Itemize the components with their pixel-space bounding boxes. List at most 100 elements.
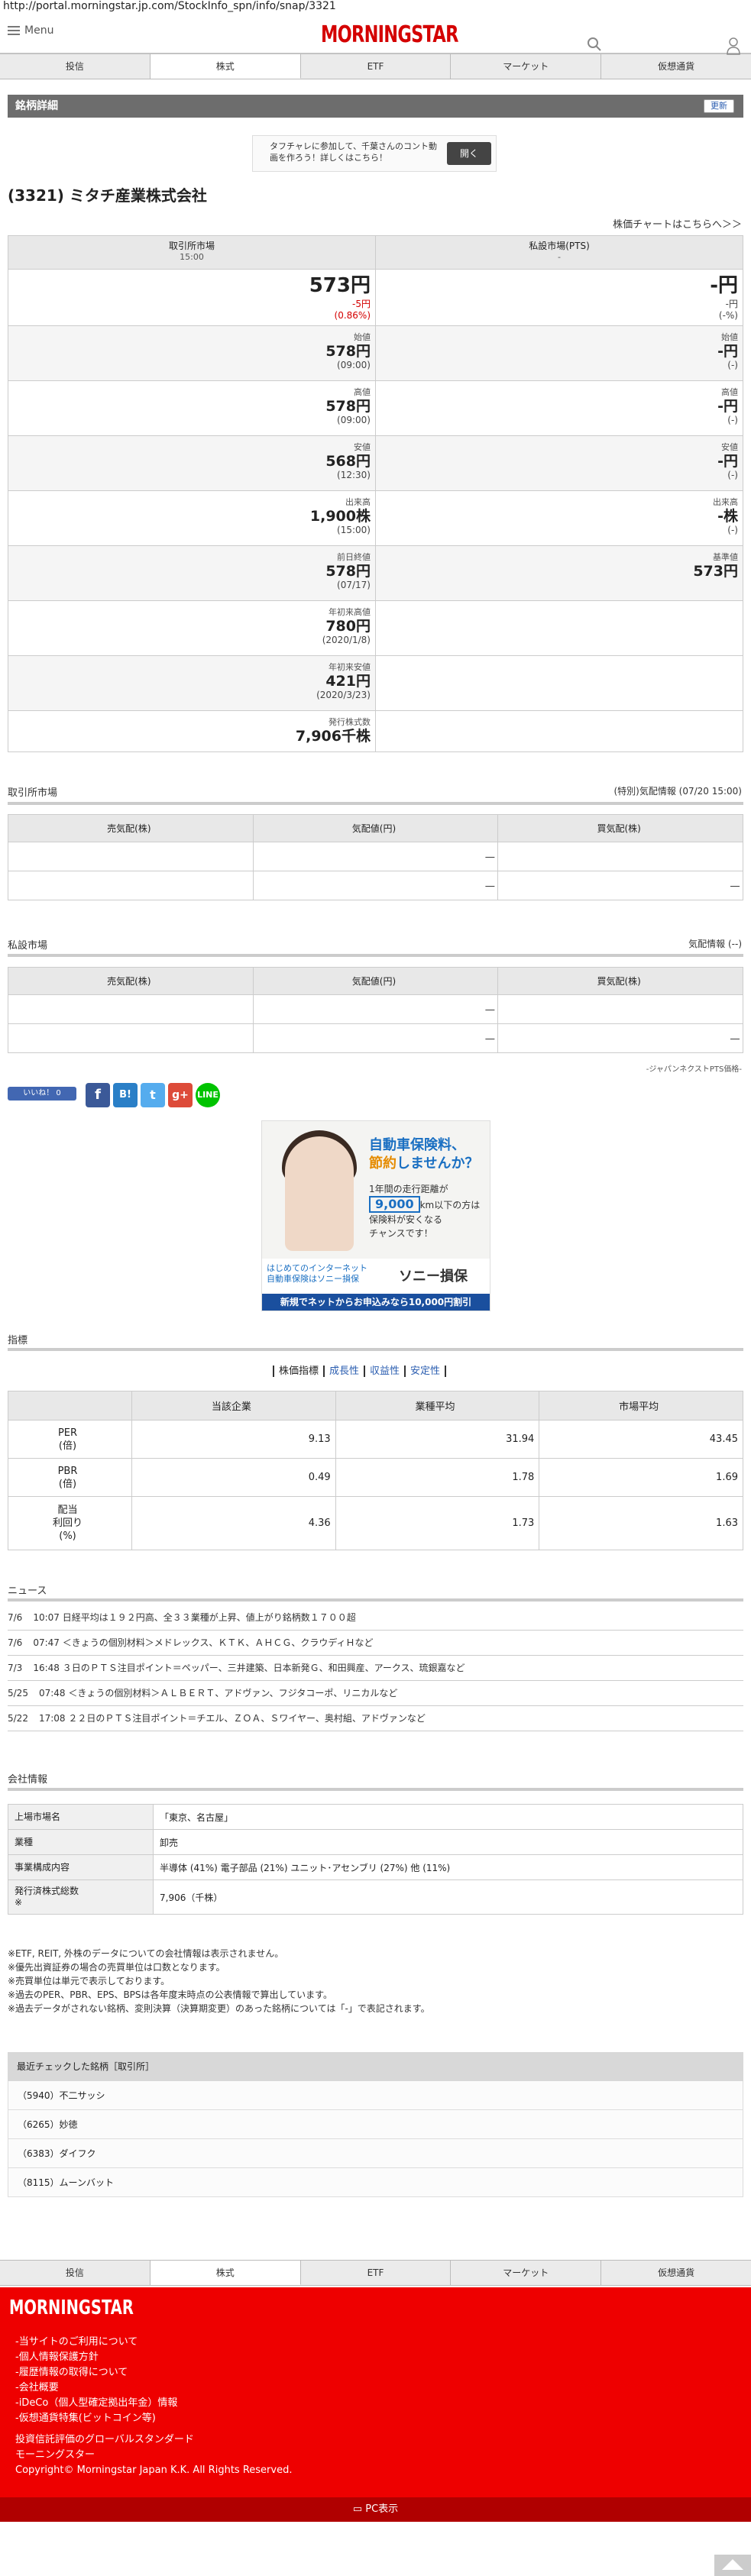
quote-cell: 年初来高値 780円 (2020/1/8) — [8, 600, 376, 656]
quote-cell: 始値 -円 (-) — [375, 325, 743, 381]
table-row: PBR (倍) 0.49 1.78 1.69 — [8, 1458, 743, 1497]
tab-market[interactable]: マーケット — [451, 2261, 602, 2285]
ad-footer-text: はじめてのインターネット自動車保険はソニー損保 — [267, 1263, 367, 1284]
company-table: 上場市場名 「東京、名古屋」 業種 卸売 事業構成内容 半導体 (41%) 電子部品 … — [8, 1804, 743, 1915]
table-row: ― — [8, 994, 743, 1024]
table-row: ― ― — [8, 871, 743, 900]
menu-button[interactable]: Menu — [8, 24, 53, 37]
ad-banner-sony[interactable]: 自動車保険料、 節約しませんか？ 1年間の走行距離が 9,000 km以下の方は 保険料… — [261, 1120, 490, 1311]
nav-tabs-bottom: 投信 株式 ETF マーケット 仮想通貨 — [0, 2260, 751, 2286]
pts-board-title: 私設市場 — [8, 940, 48, 952]
chart-link[interactable]: 株価チャートはこちらへ＞＞ — [613, 216, 742, 231]
footer-logo[interactable]: MORNINGSTAR — [9, 2296, 134, 2319]
list-item[interactable]: （5940）不二サッシ — [8, 2081, 743, 2110]
pts-price: -円 -円 (-%) — [375, 269, 743, 326]
sony-logo: ソニー損保 — [399, 1269, 468, 1285]
quote-cell-empty — [375, 655, 743, 711]
site-header: Menu MORNINGSTAR — [0, 14, 751, 55]
tab-growth[interactable]: 成長性 — [323, 1366, 364, 1377]
ad-open-button[interactable]: 開く — [447, 142, 491, 165]
table-row: PER (倍) 9.13 31.94 43.45 — [8, 1420, 743, 1459]
quote-cell: 高値 -円 (-) — [375, 380, 743, 436]
quote-table: 取引所市場 15:00 私設市場(PTS) - 573円 -5円 (0.86%) -円 -… — [8, 235, 743, 752]
news-item[interactable]: 5/25 07:48 ＜きょうの個別材料＞ＡＬＢＥＲＴ、アドヴァン、フジタコーポ、… — [8, 1681, 743, 1706]
tab-stability[interactable]: 安定性 — [404, 1366, 445, 1377]
current-price: 573円 -5円 (0.86%) — [8, 269, 376, 326]
quote-cell: 安値 568円 (12:30) — [8, 435, 376, 491]
footer-link[interactable]: -仮想通貨特集(ビットコイン等) — [15, 2411, 177, 2426]
quote-cell: 出来高 1,900株 (15:00) — [8, 490, 376, 546]
list-item[interactable]: （6383）ダイフク — [8, 2139, 743, 2168]
news-item[interactable]: 7/6 10:07 日経平均は１９２円高、全３３業種が上昇、値上がり銘柄数１７００… — [8, 1605, 743, 1631]
quote-cell: 年初来安値 421円 (2020/3/23) — [8, 655, 376, 711]
quote-cell: 高値 578円 (09:00) — [8, 380, 376, 436]
table-row: ― — [8, 842, 743, 871]
morningstar-logo[interactable]: MORNINGSTAR — [321, 21, 458, 48]
tab-etf[interactable]: ETF — [301, 54, 452, 79]
table-row: 業種 卸売 — [8, 1829, 743, 1855]
footer: MORNINGSTAR -当サイトのご利用について -個人情報保護方針 -履歴情… — [0, 2287, 751, 2497]
hatena-bookmark-icon[interactable]: B! — [113, 1083, 138, 1107]
pts-board-info: 気配情報 (--) — [688, 939, 742, 949]
refresh-button[interactable]: 更新 — [704, 99, 734, 113]
tab-stocks[interactable]: 株式 — [150, 2261, 301, 2285]
footer-link[interactable]: -iDeCo（個人型確定拠出年金）情報 — [15, 2396, 177, 2411]
tab-crypto[interactable]: 仮想通貨 — [601, 2261, 751, 2285]
list-item[interactable]: （8115）ムーンバット — [8, 2168, 743, 2197]
monitor-icon: ▭ — [352, 2503, 366, 2515]
footer-link[interactable]: -個人情報保護方針 — [15, 2350, 177, 2365]
ad-cta[interactable]: 新規でネットからお申込みなら10,000円割引 — [262, 1294, 490, 1311]
line-icon[interactable]: LINE — [196, 1083, 220, 1107]
facebook-like-button[interactable]: いいね！ 0 — [8, 1087, 76, 1101]
tab-funds[interactable]: 投信 — [0, 54, 151, 79]
news-item[interactable]: 7/6 07:47 ＜きょうの個別材料＞メドレックス、ＫＴＫ、ＡＨＣＧ、クラウディ… — [8, 1631, 743, 1656]
news-title: ニュース — [8, 1585, 47, 1597]
quote-cell: 出来高 -株 (-) — [375, 490, 743, 546]
footer-info: 投資信託評価のグローバルスタンダード モーニングスター Copyright© M… — [15, 2434, 293, 2476]
user-icon[interactable] — [726, 37, 741, 55]
tab-crypto[interactable]: 仮想通貨 — [601, 54, 751, 79]
facebook-share-icon[interactable]: f — [86, 1083, 110, 1107]
footer-link[interactable]: -当サイトのご利用について — [15, 2335, 177, 2350]
table-row: ― ― — [8, 1023, 743, 1053]
pc-view-button[interactable]: ▭ PC表示 — [0, 2497, 751, 2522]
tab-stocks[interactable]: 株式 — [150, 54, 301, 79]
hamburger-icon — [8, 26, 20, 35]
tab-market[interactable]: マーケット — [451, 54, 602, 79]
tab-etf[interactable]: ETF — [301, 2261, 452, 2285]
quote-cell-empty — [375, 710, 743, 752]
pts-header: 私設市場(PTS) - — [375, 235, 743, 270]
twitter-icon[interactable]: t — [141, 1083, 165, 1107]
ad-banner-top[interactable]: タフチャレに参加して、千葉さんのコント動画を作ろう！詳しくはこちら！ 開く — [252, 135, 497, 172]
ad-person — [285, 1136, 354, 1251]
table-row: 発行済株式総数 ※ 7,906（千株） — [8, 1879, 743, 1915]
quote-cell: 発行株式数 7,906千株 — [8, 710, 376, 752]
quote-cell-empty — [375, 600, 743, 656]
search-icon[interactable] — [587, 37, 602, 52]
exchange-board-title: 取引所市場 — [8, 787, 58, 799]
ad-headline: 自動車保険料、 節約しませんか？ — [369, 1137, 479, 1172]
google-plus-icon[interactable]: g+ — [168, 1083, 193, 1107]
divider — [8, 1348, 743, 1351]
news-item[interactable]: 7/3 16:48 ３日のＰＴＳ注目ポイント＝ペッパー、三井建築、日本新発Ｇ、和田… — [8, 1656, 743, 1681]
scroll-top-button[interactable] — [714, 2555, 751, 2576]
news-item[interactable]: 5/22 17:08 ２２日のＰＴＳ注目ポイント＝チエル、ＺＯＡ、Ｓワイヤー、奥村… — [8, 1706, 743, 1731]
recent-stocks: 最近チェックした銘柄［取引所］ （5940）不二サッシ （6265）妙徳 （63… — [8, 2052, 743, 2197]
table-row: 事業構成内容 半導体 (41%) 電子部品 (21%) ユニット･アセンブリ (2… — [8, 1854, 743, 1880]
tab-profitability[interactable]: 収益性 — [364, 1366, 405, 1377]
company-title: 会社情報 — [8, 1774, 48, 1786]
footer-link[interactable]: -会社概要 — [15, 2380, 177, 2396]
footer-link[interactable]: -履歴情報の取得について — [15, 2365, 177, 2380]
quote-cell: 始値 578円 (09:00) — [8, 325, 376, 381]
divider — [8, 802, 743, 805]
list-item[interactable]: （6265）妙徳 — [8, 2110, 743, 2139]
exchange-board-info: (特別)気配情報 (07/20 15:00) — [613, 786, 742, 797]
ad-body: 1年間の走行距離が 9,000 km以下の方は 保険料が安くなる チャンスです！ — [369, 1184, 481, 1239]
tab-funds[interactable]: 投信 — [0, 2261, 151, 2285]
tab-valuation[interactable]: 株価指標 — [273, 1366, 324, 1377]
notes: ※ETF, REIT, 外株のデータについての会社情報は表示されません。 ※優先… — [8, 1948, 430, 2014]
quote-cell: 前日終値 578円 (07/17) — [8, 545, 376, 601]
quote-cell: 基準値 573円 — [375, 545, 743, 601]
quote-cell: 安値 -円 (-) — [375, 435, 743, 491]
url-bar[interactable]: http://portal.morningstar.jp.com/StockIn… — [0, 0, 751, 14]
